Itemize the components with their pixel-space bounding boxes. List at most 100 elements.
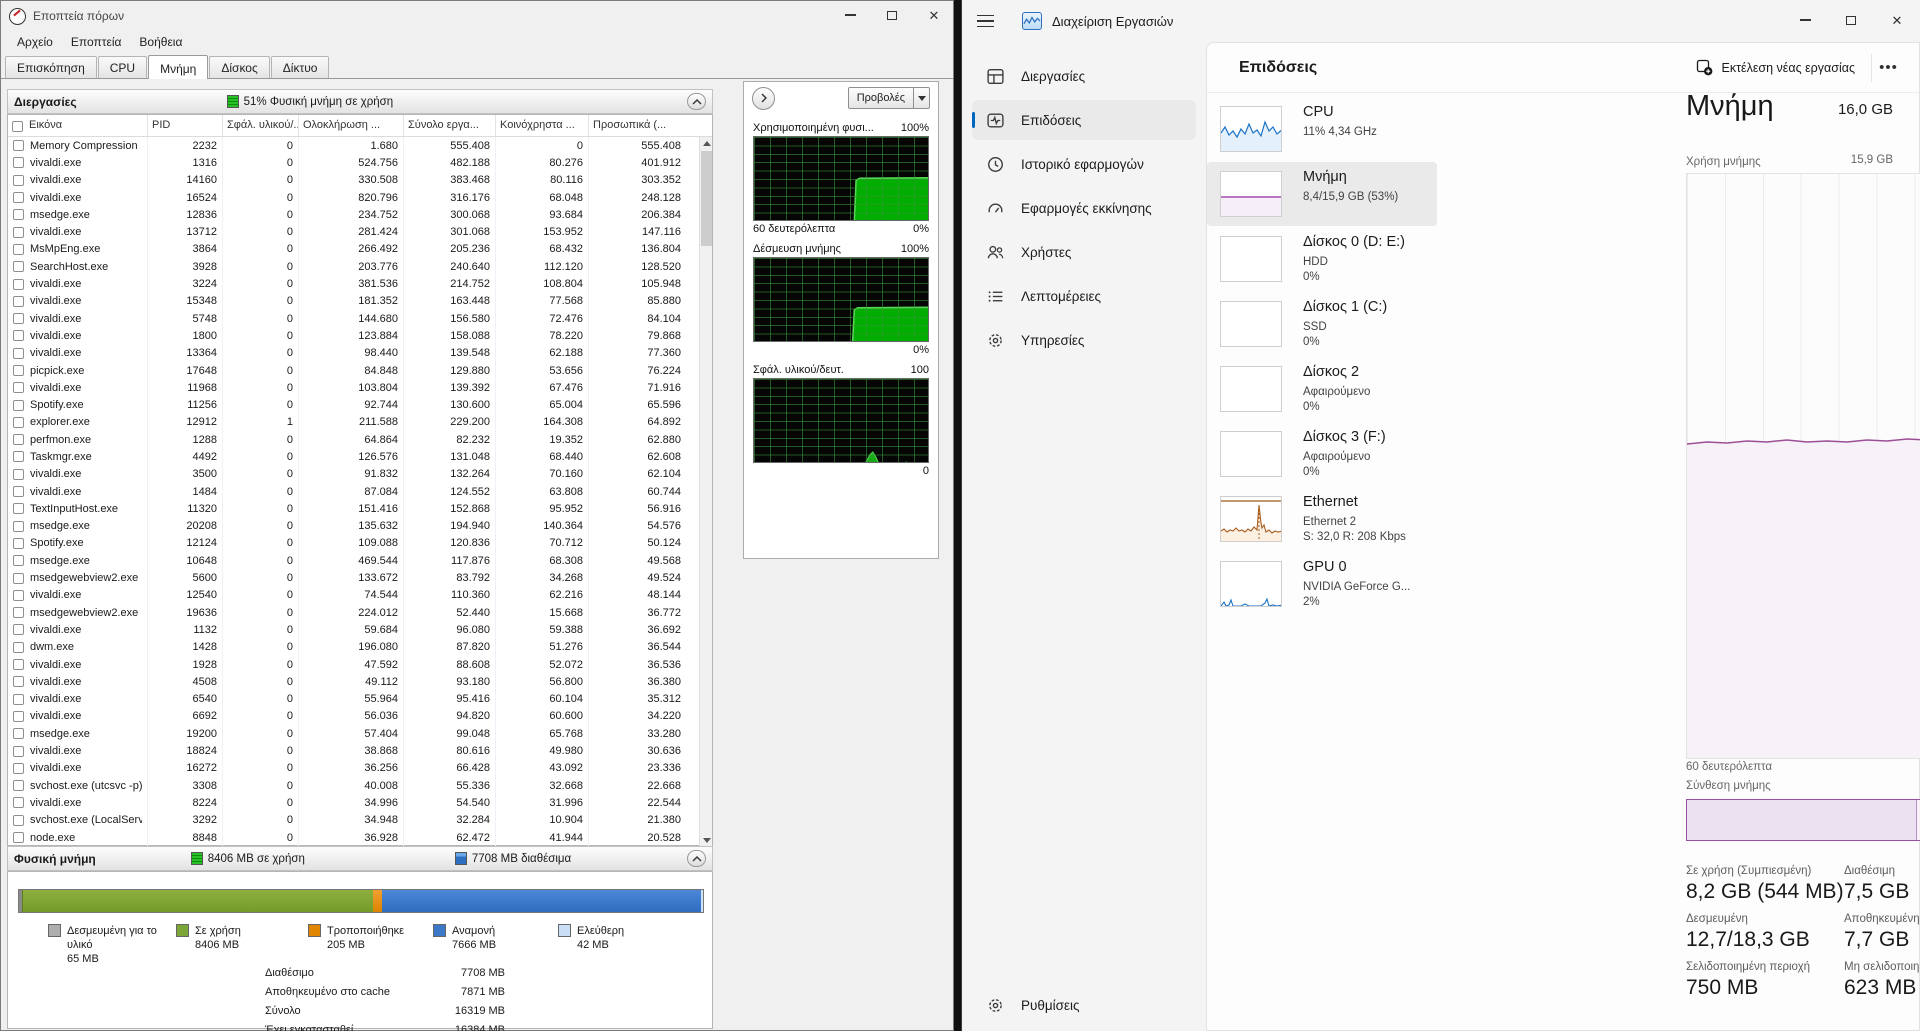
- views-caret[interactable]: [913, 88, 929, 108]
- process-row[interactable]: vivaldi.exe 3500 0 91.832 132.264 70.160…: [8, 466, 712, 483]
- scroll-up-arrow[interactable]: [700, 137, 713, 150]
- process-checkbox[interactable]: [13, 642, 24, 653]
- process-row[interactable]: perfmon.exe 1288 0 64.864 82.232 19.352 …: [8, 431, 712, 448]
- sidebar-item-processes[interactable]: Διεργασίες: [972, 56, 1196, 96]
- process-row[interactable]: Taskmgr.exe 4492 0 126.576 131.048 68.44…: [8, 448, 712, 465]
- process-checkbox[interactable]: [13, 503, 24, 514]
- collapse-processes-button[interactable]: [687, 93, 706, 110]
- maximize-button[interactable]: [879, 5, 905, 25]
- process-checkbox[interactable]: [13, 538, 24, 549]
- sidebar-item-details[interactable]: Λεπτομέρειες: [972, 276, 1196, 316]
- tm-maximize-button[interactable]: [1828, 0, 1874, 40]
- process-checkbox[interactable]: [13, 676, 24, 687]
- process-checkbox[interactable]: [13, 417, 24, 428]
- composition-in-use-segment[interactable]: [1687, 800, 1917, 840]
- select-all-checkbox[interactable]: [12, 121, 23, 132]
- process-row[interactable]: vivaldi.exe 16524 0 820.796 316.176 68.0…: [8, 189, 712, 206]
- process-checkbox[interactable]: [13, 279, 24, 290]
- views-dropdown-button[interactable]: Προβολές: [848, 87, 930, 109]
- process-row[interactable]: msedgewebview2.exe 5600 0 133.672 83.792…: [8, 569, 712, 586]
- process-checkbox[interactable]: [13, 797, 24, 808]
- process-checkbox[interactable]: [13, 694, 24, 705]
- process-row[interactable]: MsMpEng.exe 3864 0 266.492 205.236 68.43…: [8, 241, 712, 258]
- process-checkbox[interactable]: [13, 573, 24, 584]
- sidebar-item-services[interactable]: Υπηρεσίες: [972, 320, 1196, 360]
- column-working-set[interactable]: Σύνολο εργα...: [404, 115, 496, 136]
- process-checkbox[interactable]: [13, 555, 24, 566]
- resmon-titlebar[interactable]: Εποπτεία πόρων ✕: [1, 1, 953, 31]
- column-private[interactable]: Προσωπικά (...: [589, 115, 686, 136]
- taskmgr-titlebar[interactable]: Διαχείριση Εργασιών ✕: [962, 0, 1920, 42]
- process-checkbox[interactable]: [13, 365, 24, 376]
- tab-network[interactable]: Δίκτυο: [271, 56, 330, 78]
- process-row[interactable]: Spotify.exe 12124 0 109.088 120.836 70.7…: [8, 535, 712, 552]
- process-row[interactable]: vivaldi.exe 5748 0 144.680 156.580 72.47…: [8, 310, 712, 327]
- process-checkbox[interactable]: [13, 763, 24, 774]
- process-row[interactable]: vivaldi.exe 15348 0 181.352 163.448 77.5…: [8, 293, 712, 310]
- collapse-physical-memory-button[interactable]: [687, 850, 706, 867]
- process-row[interactable]: vivaldi.exe 6540 0 55.964 95.416 60.104 …: [8, 691, 712, 708]
- process-row[interactable]: vivaldi.exe 16272 0 36.256 66.428 43.092…: [8, 760, 712, 777]
- process-row[interactable]: svchost.exe (LocalServiceNo... 3292 0 34…: [8, 812, 712, 829]
- tab-memory[interactable]: Μνήμη: [148, 55, 208, 79]
- process-checkbox[interactable]: [13, 434, 24, 445]
- process-row[interactable]: msedge.exe 19200 0 57.404 99.048 65.768 …: [8, 725, 712, 742]
- process-row[interactable]: TextInputHost.exe 11320 0 151.416 152.86…: [8, 500, 712, 517]
- menu-monitor[interactable]: Εποπτεία: [63, 33, 130, 51]
- more-options-button[interactable]: •••: [1871, 54, 1905, 82]
- perf-item-disk0[interactable]: Δίσκος 0 (D: E:) HDD 0%: [1207, 227, 1437, 291]
- table-scrollbar[interactable]: [699, 137, 712, 847]
- process-row[interactable]: vivaldi.exe 1316 0 524.756 482.188 80.27…: [8, 154, 712, 171]
- process-checkbox[interactable]: [13, 244, 24, 255]
- process-row[interactable]: vivaldi.exe 11968 0 103.804 139.392 67.4…: [8, 379, 712, 396]
- sidebar-item-app-history[interactable]: Ιστορικό εφαρμογών: [972, 144, 1196, 184]
- process-row[interactable]: vivaldi.exe 1928 0 47.592 88.608 52.072 …: [8, 656, 712, 673]
- process-checkbox[interactable]: [13, 296, 24, 307]
- column-shareable[interactable]: Κοινόχρηστα ...: [496, 115, 589, 136]
- process-row[interactable]: msedge.exe 12836 0 234.752 300.068 93.68…: [8, 206, 712, 223]
- column-hard-faults[interactable]: Σφάλ. υλικού/...: [223, 115, 299, 136]
- perf-item-gpu[interactable]: GPU 0 NVIDIA GeForce G... 2%: [1207, 552, 1437, 616]
- tm-minimize-button[interactable]: [1782, 0, 1828, 40]
- triangle-down-icon[interactable]: [703, 838, 711, 843]
- process-checkbox[interactable]: [13, 486, 24, 497]
- column-pid[interactable]: PID: [148, 115, 223, 136]
- process-checkbox[interactable]: [13, 209, 24, 220]
- process-checkbox[interactable]: [13, 348, 24, 359]
- process-checkbox[interactable]: [13, 659, 24, 670]
- tab-disk[interactable]: Δίσκος: [209, 56, 269, 78]
- process-row[interactable]: vivaldi.exe 1132 0 59.684 96.080 59.388 …: [8, 621, 712, 638]
- process-checkbox[interactable]: [13, 192, 24, 203]
- process-row[interactable]: Memory Compression 2232 0 1.680 555.408 …: [8, 137, 712, 154]
- close-button[interactable]: ✕: [921, 5, 947, 25]
- process-checkbox[interactable]: [13, 400, 24, 411]
- process-checkbox[interactable]: [13, 313, 24, 324]
- process-row[interactable]: vivaldi.exe 13712 0 281.424 301.068 153.…: [8, 223, 712, 240]
- sidebar-item-performance[interactable]: Επιδόσεις: [972, 100, 1196, 140]
- tab-overview[interactable]: Επισκόπηση: [5, 56, 97, 78]
- process-row[interactable]: vivaldi.exe 1800 0 123.884 158.088 78.22…: [8, 327, 712, 344]
- perf-item-memory[interactable]: Μνήμη 8,4/15,9 GB (53%): [1207, 162, 1437, 226]
- menu-help[interactable]: Βοήθεια: [131, 33, 190, 51]
- process-checkbox[interactable]: [13, 728, 24, 739]
- process-checkbox[interactable]: [13, 711, 24, 722]
- process-checkbox[interactable]: [13, 832, 24, 843]
- perf-item-cpu[interactable]: CPU 11% 4,34 GHz: [1207, 97, 1437, 161]
- scrollbar-thumb[interactable]: [701, 151, 712, 246]
- process-row[interactable]: svchost.exe (utcsvc -p) 3308 0 40.008 55…: [8, 777, 712, 794]
- process-checkbox[interactable]: [13, 780, 24, 791]
- process-row[interactable]: vivaldi.exe 12540 0 74.544 110.360 62.21…: [8, 587, 712, 604]
- process-row[interactable]: msedgewebview2.exe 19636 0 224.012 52.44…: [8, 604, 712, 621]
- column-image[interactable]: Εικόνα: [8, 115, 148, 136]
- perf-item-disk3[interactable]: Δίσκος 3 (F:) Αφαιρούμενο 0%: [1207, 422, 1437, 486]
- process-row[interactable]: vivaldi.exe 6692 0 56.036 94.820 60.600 …: [8, 708, 712, 725]
- process-row[interactable]: vivaldi.exe 13364 0 98.440 139.548 62.18…: [8, 345, 712, 362]
- hamburger-menu-button[interactable]: [962, 1, 1008, 41]
- process-checkbox[interactable]: [13, 261, 24, 272]
- minimize-button[interactable]: [837, 5, 863, 25]
- sidebar-item-users[interactable]: Χρήστες: [972, 232, 1196, 272]
- expand-panel-button[interactable]: [752, 87, 775, 110]
- process-checkbox[interactable]: [13, 451, 24, 462]
- process-row[interactable]: explorer.exe 12912 1 211.588 229.200 164…: [8, 414, 712, 431]
- process-checkbox[interactable]: [13, 157, 24, 168]
